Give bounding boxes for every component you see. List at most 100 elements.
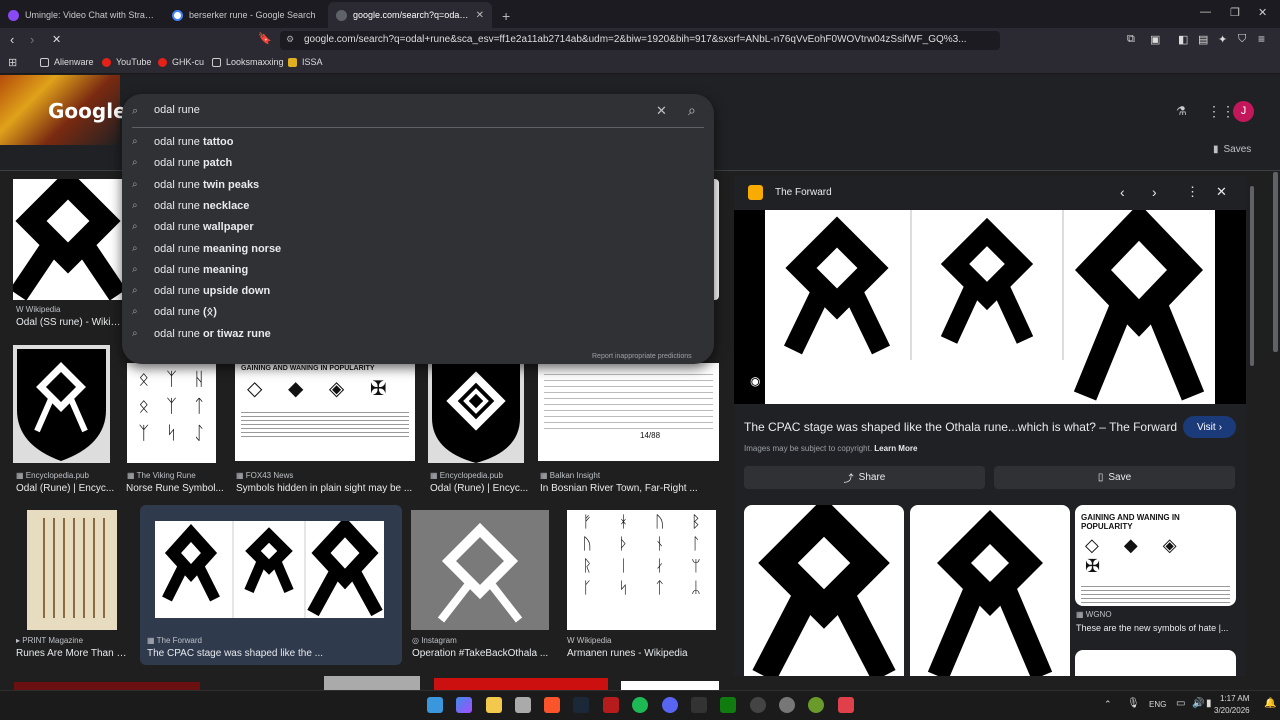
address-bar[interactable]: ⚙ google.com/search?q=odal+rune&sca_esv=… bbox=[280, 31, 1000, 50]
related-image-thumbnail[interactable] bbox=[744, 505, 904, 676]
reading-list-icon[interactable]: ▤ bbox=[1198, 33, 1208, 46]
image-result-thumbnail[interactable] bbox=[621, 681, 719, 690]
search-suggestion[interactable]: odal rune upside down bbox=[154, 285, 270, 297]
share-button[interactable]: ⤴ Share bbox=[744, 466, 985, 489]
epic-games-icon[interactable] bbox=[691, 697, 707, 713]
forward-icon[interactable]: › bbox=[30, 32, 34, 47]
next-image-icon[interactable]: › bbox=[1152, 184, 1157, 200]
google-doodle-logo[interactable]: Google bbox=[0, 75, 127, 145]
image-result-thumbnail[interactable]: GAINING AND WANING IN POPULARITY ◇ ◆ ◈ ✠ bbox=[235, 363, 415, 461]
brave-icon[interactable] bbox=[544, 697, 560, 713]
preview-image-frame[interactable]: ◉ bbox=[734, 203, 1246, 404]
stop-loading-icon[interactable]: ✕ bbox=[52, 33, 61, 46]
clear-icon[interactable]: ✕ bbox=[656, 103, 667, 119]
search-suggestion[interactable]: odal rune wallpaper bbox=[154, 221, 254, 233]
image-result-thumbnail[interactable] bbox=[13, 179, 123, 300]
bookmark-alienware[interactable]: Alienware bbox=[40, 57, 94, 67]
menu-icon[interactable]: ≡ bbox=[1258, 32, 1265, 46]
tab-umingle[interactable]: Umingle: Video Chat with Strange bbox=[0, 2, 164, 28]
microphone-icon[interactable]: 🎙 bbox=[1127, 698, 1140, 709]
windows-start-icon[interactable] bbox=[427, 697, 443, 713]
image-result-thumbnail[interactable]: ᚠᚼᚢᛒᚢᚦᚾᛚᚱᛁᛅᛘᚴᛋᛏᛦ bbox=[567, 510, 716, 630]
visit-button[interactable]: Visit › bbox=[1183, 416, 1236, 438]
settings-gear-icon[interactable] bbox=[779, 697, 795, 713]
tab-odal[interactable]: google.com/search?q=odal+run ✕ bbox=[328, 2, 492, 28]
learn-more-link[interactable]: Learn More bbox=[874, 444, 917, 453]
labs-icon[interactable]: ⚗ bbox=[1176, 104, 1187, 118]
page-scrollbar[interactable] bbox=[1273, 172, 1278, 352]
store-icon[interactable] bbox=[515, 697, 531, 713]
lens-icon[interactable]: ◉ bbox=[750, 374, 760, 388]
apps-grid-icon[interactable]: ⊞ bbox=[8, 56, 17, 69]
image-result-thumbnail[interactable] bbox=[324, 676, 420, 690]
panel-scrollbar[interactable] bbox=[1250, 186, 1254, 366]
notification-bell-icon[interactable]: 🔔 bbox=[1264, 698, 1276, 709]
panel-source[interactable]: The Forward bbox=[775, 187, 832, 198]
search-suggestion[interactable]: odal rune or tiwaz rune bbox=[154, 328, 271, 340]
image-result-thumbnail[interactable]: ᛟᛉᚺᛟᛉᛏᛉᛋᛇ bbox=[127, 363, 216, 463]
xbox-icon[interactable] bbox=[720, 697, 736, 713]
new-tab-icon[interactable]: + bbox=[492, 8, 520, 28]
chevron-up-icon[interactable]: ⌃ bbox=[1104, 699, 1112, 710]
tab-berserker[interactable]: berserker rune - Google Search bbox=[164, 2, 328, 28]
clock-time[interactable]: 1:17 AM bbox=[1220, 694, 1249, 703]
steam-icon[interactable] bbox=[573, 697, 589, 713]
back-icon[interactable]: ‹ bbox=[10, 32, 14, 47]
search-input[interactable]: odal rune bbox=[154, 104, 200, 116]
image-title-link[interactable]: The CPAC stage was shaped like the ... bbox=[147, 648, 387, 659]
bookmark-ghk[interactable]: GHK-cu bbox=[158, 57, 204, 67]
site-info-icon[interactable]: ⚙ bbox=[286, 34, 294, 45]
image-title-link[interactable]: Norse Rune Symbol... bbox=[126, 483, 226, 494]
related-image-thumbnail[interactable] bbox=[1075, 650, 1236, 676]
image-title-link[interactable]: Runes Are More Than an... bbox=[16, 648, 128, 659]
obs-icon[interactable] bbox=[750, 697, 766, 713]
language-indicator[interactable]: ENG bbox=[1149, 700, 1166, 709]
related-title-link[interactable]: These are the new symbols of hate |... bbox=[1076, 623, 1236, 633]
image-title-link[interactable]: Odal (Rune) | Encyc... bbox=[16, 483, 116, 494]
adobe-icon[interactable] bbox=[838, 697, 854, 713]
search-submit-icon[interactable]: ⌕ bbox=[688, 102, 696, 119]
image-title-link[interactable]: In Bosnian River Town, Far-Right ... bbox=[540, 483, 720, 494]
search-suggestion[interactable]: odal rune patch bbox=[154, 157, 232, 169]
image-result-thumbnail[interactable] bbox=[434, 678, 608, 690]
bookmark-issa[interactable]: ISSA bbox=[288, 57, 323, 67]
image-result-thumbnail[interactable] bbox=[27, 510, 117, 630]
leo-ai-icon[interactable]: ✦ bbox=[1218, 33, 1227, 46]
related-image-thumbnail[interactable]: GAINING AND WANING IN POPULARITY ◇ ◆ ◈ ✠ bbox=[1075, 505, 1236, 606]
image-result-thumbnail[interactable]: 14/88 bbox=[538, 363, 719, 461]
image-title-link[interactable]: Odal (Rune) | Encyc... bbox=[430, 483, 530, 494]
close-panel-icon[interactable]: ✕ bbox=[1216, 184, 1227, 200]
search-suggestion[interactable]: odal rune necklace bbox=[154, 200, 249, 212]
bookmark-youtube[interactable]: YouTube bbox=[102, 57, 151, 67]
image-result-thumbnail[interactable] bbox=[14, 682, 200, 690]
maximize-icon[interactable]: ❐ bbox=[1230, 6, 1240, 19]
image-result-thumbnail[interactable] bbox=[13, 345, 110, 463]
bookmark-icon[interactable]: 🔖 bbox=[258, 32, 272, 45]
search-suggestion[interactable]: odal rune meaning norse bbox=[154, 243, 281, 255]
close-window-icon[interactable]: ✕ bbox=[1258, 6, 1267, 19]
more-options-icon[interactable]: ⋮ bbox=[1186, 184, 1199, 200]
sidebar-icon[interactable]: ◧ bbox=[1178, 33, 1188, 46]
related-image-thumbnail[interactable] bbox=[910, 505, 1070, 676]
search-suggestion[interactable]: odal rune twin peaks bbox=[154, 179, 259, 191]
extensions-icon[interactable]: ⧉ bbox=[1127, 33, 1135, 46]
discord-icon[interactable] bbox=[662, 697, 678, 713]
spotify-icon[interactable] bbox=[632, 697, 648, 713]
image-result-thumbnail[interactable] bbox=[428, 363, 524, 463]
apps-icon[interactable]: ⋮⋮ bbox=[1207, 103, 1235, 120]
minimize-icon[interactable]: — bbox=[1200, 6, 1211, 18]
search-suggestion[interactable]: odal rune tattoo bbox=[154, 136, 233, 148]
battery-icon[interactable]: ▮ bbox=[1206, 698, 1212, 709]
volume-icon[interactable]: 🔊 bbox=[1192, 698, 1204, 709]
image-result-thumbnail[interactable] bbox=[411, 510, 549, 630]
app-icon[interactable] bbox=[808, 697, 824, 713]
saves-button[interactable]: ▮ Saves bbox=[1213, 144, 1251, 155]
search-suggestion[interactable]: odal rune meaning bbox=[154, 264, 248, 276]
search-suggestion[interactable]: odal rune (ᛟ) bbox=[154, 306, 217, 318]
panel-title[interactable]: The CPAC stage was shaped like the Othal… bbox=[744, 420, 1184, 434]
avatar[interactable]: J bbox=[1233, 101, 1254, 122]
bookmark-looksmaxxing[interactable]: Looksmaxxing bbox=[212, 57, 284, 67]
image-title-link[interactable]: Operation #TakeBackOthala ... bbox=[412, 648, 552, 659]
image-result-thumbnail[interactable] bbox=[155, 521, 384, 618]
wallet-icon[interactable]: ▣ bbox=[1150, 33, 1160, 46]
